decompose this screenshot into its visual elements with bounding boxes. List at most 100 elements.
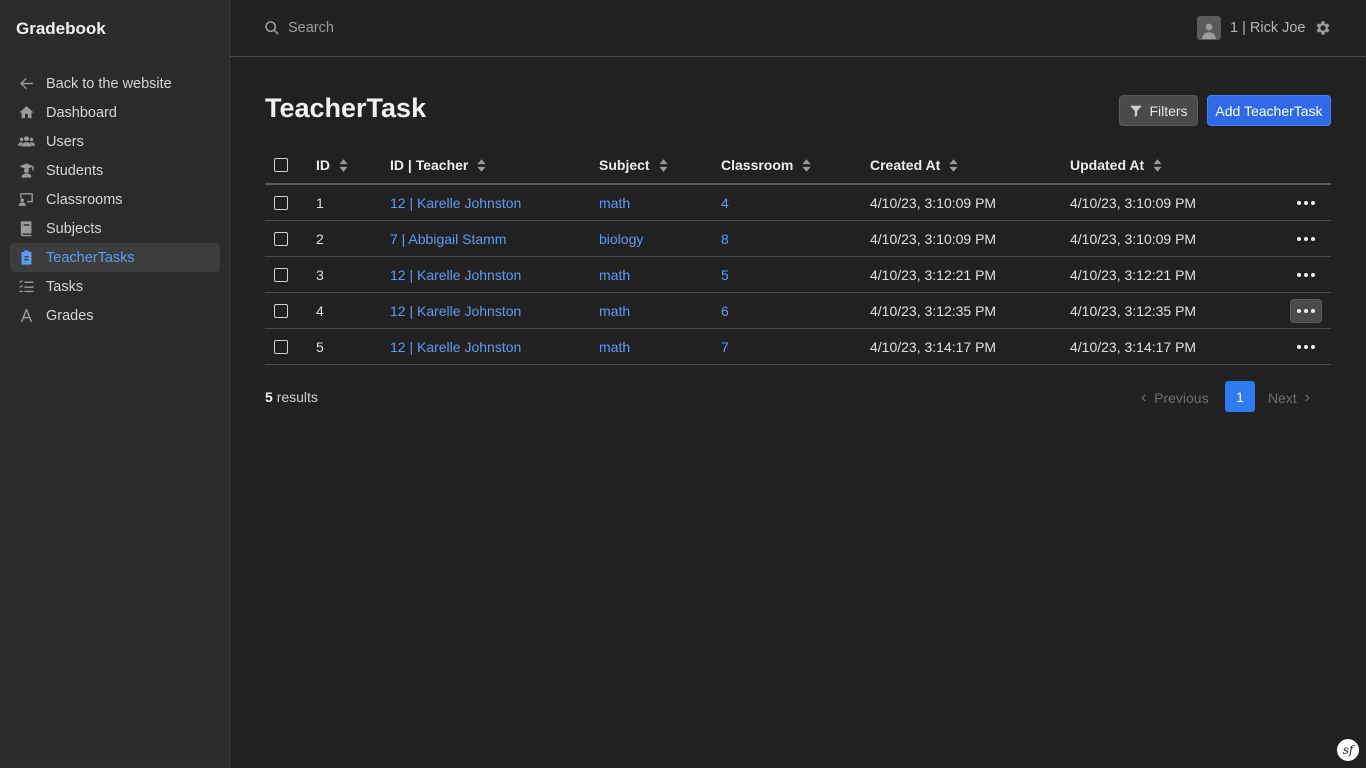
sort-icon <box>1153 158 1162 172</box>
filters-label: Filters <box>1149 102 1188 119</box>
row-checkbox[interactable] <box>274 196 288 210</box>
symfony-toolbar-icon[interactable]: sf <box>1337 739 1359 761</box>
table-row: 3 12 | Karelle Johnston math 5 4/10/23, … <box>265 257 1331 293</box>
previous-label: Previous <box>1154 390 1209 406</box>
chevron-right-icon: › <box>1304 389 1310 406</box>
cell-subject-link[interactable]: math <box>599 267 630 283</box>
row-checkbox[interactable] <box>274 232 288 246</box>
column-label: Updated At <box>1070 157 1145 173</box>
cell-subject-link[interactable]: math <box>599 303 630 319</box>
row-checkbox[interactable] <box>274 268 288 282</box>
sidebar: Gradebook Back to the website Dashboard … <box>0 0 230 768</box>
sidebar-item-dashboard[interactable]: Dashboard <box>10 98 220 127</box>
sidebar-item-students[interactable]: Students <box>10 156 220 185</box>
brand-title[interactable]: Gradebook <box>16 19 106 39</box>
results-number: 5 <box>265 389 273 405</box>
sidebar-item-label: TeacherTasks <box>46 249 135 266</box>
add-teachertask-button[interactable]: Add TeacherTask <box>1207 95 1331 126</box>
column-header-teacher[interactable]: ID | Teacher <box>390 157 486 173</box>
cell-teacher-link[interactable]: 12 | Karelle Johnston <box>390 339 521 355</box>
avatar[interactable] <box>1197 16 1221 40</box>
row-actions-button[interactable] <box>1290 227 1322 251</box>
row-checkbox[interactable] <box>274 340 288 354</box>
sidebar-item-tasks[interactable]: Tasks <box>10 272 220 301</box>
sidebar-item-label: Users <box>46 133 84 150</box>
next-label: Next <box>1268 390 1297 406</box>
row-actions-button[interactable] <box>1290 335 1322 359</box>
table-header: ID ID | Teacher Subject Classroom Create… <box>265 145 1331 185</box>
column-header-created-at[interactable]: Created At <box>870 157 958 173</box>
table-row: 1 12 | Karelle Johnston math 4 4/10/23, … <box>265 185 1331 221</box>
cell-id: 5 <box>316 339 324 355</box>
cell-created-at: 4/10/23, 3:10:09 PM <box>870 231 997 247</box>
select-all-checkbox[interactable] <box>274 158 288 172</box>
cell-subject-link[interactable]: math <box>599 339 630 355</box>
sidebar-item-teachertasks[interactable]: TeacherTasks <box>10 243 220 272</box>
filter-icon <box>1130 105 1143 117</box>
pagination-page-current[interactable]: 1 <box>1225 381 1255 412</box>
table-row: 5 12 | Karelle Johnston math 7 4/10/23, … <box>265 329 1331 365</box>
column-header-updated-at[interactable]: Updated At <box>1070 157 1162 173</box>
sidebar-item-label: Back to the website <box>46 75 172 92</box>
column-header-subject[interactable]: Subject <box>599 157 668 173</box>
row-actions-button[interactable] <box>1290 263 1322 287</box>
cell-subject-link[interactable]: math <box>599 195 630 211</box>
row-actions-button[interactable] <box>1290 299 1322 323</box>
cell-updated-at: 4/10/23, 3:12:35 PM <box>1070 303 1197 319</box>
cell-teacher-link[interactable]: 7 | Abbigail Stamm <box>390 231 506 247</box>
sort-icon <box>477 158 486 172</box>
cell-updated-at: 4/10/23, 3:10:09 PM <box>1070 231 1197 247</box>
cell-classroom-link[interactable]: 4 <box>721 195 729 211</box>
column-label: Classroom <box>721 157 794 173</box>
chevron-left-icon: ‹ <box>1141 389 1147 406</box>
sort-icon <box>949 158 958 172</box>
cell-teacher-link[interactable]: 12 | Karelle Johnston <box>390 267 521 283</box>
sidebar-item-label: Grades <box>46 307 94 324</box>
sort-icon <box>802 158 811 172</box>
cell-classroom-link[interactable]: 8 <box>721 231 729 247</box>
tasks-list-icon <box>17 278 35 296</box>
sidebar-item-label: Subjects <box>46 220 102 237</box>
cell-updated-at: 4/10/23, 3:10:09 PM <box>1070 195 1197 211</box>
cell-classroom-link[interactable]: 6 <box>721 303 729 319</box>
sidebar-item-users[interactable]: Users <box>10 127 220 156</box>
sidebar-item-subjects[interactable]: Subjects <box>10 214 220 243</box>
pagination-previous[interactable]: ‹ Previous <box>1141 389 1209 407</box>
letter-a-icon <box>17 307 35 325</box>
cell-id: 1 <box>316 195 324 211</box>
book-icon <box>17 220 35 238</box>
cell-classroom-link[interactable]: 5 <box>721 267 729 283</box>
cell-created-at: 4/10/23, 3:12:35 PM <box>870 303 997 319</box>
pagination-next[interactable]: Next › <box>1268 389 1310 407</box>
results-label: results <box>276 389 318 405</box>
cell-created-at: 4/10/23, 3:10:09 PM <box>870 195 997 211</box>
search-icon <box>265 21 279 35</box>
sidebar-item-classrooms[interactable]: Classrooms <box>10 185 220 214</box>
search-input[interactable] <box>288 16 688 40</box>
sidebar-item-label: Students <box>46 162 104 179</box>
column-label: ID <box>316 157 330 173</box>
column-header-classroom[interactable]: Classroom <box>721 157 811 173</box>
column-label: Subject <box>599 157 650 173</box>
row-actions-button[interactable] <box>1290 191 1322 215</box>
cell-created-at: 4/10/23, 3:12:21 PM <box>870 267 997 283</box>
sidebar-item-label: Dashboard <box>46 104 117 121</box>
cell-subject-link[interactable]: biology <box>599 231 643 247</box>
gear-icon[interactable] <box>1314 19 1332 37</box>
filters-button[interactable]: Filters <box>1119 95 1198 126</box>
arrow-left-icon <box>17 75 35 93</box>
sidebar-item-grades[interactable]: Grades <box>10 301 220 330</box>
cell-classroom-link[interactable]: 7 <box>721 339 729 355</box>
cell-id: 2 <box>316 231 324 247</box>
user-name[interactable]: 1 | Rick Joe <box>1230 20 1306 36</box>
home-icon <box>17 104 35 122</box>
cell-teacher-link[interactable]: 12 | Karelle Johnston <box>390 303 521 319</box>
sidebar-nav: Back to the website Dashboard Users Stud… <box>10 69 220 330</box>
sidebar-item-back[interactable]: Back to the website <box>10 69 220 98</box>
row-checkbox[interactable] <box>274 304 288 318</box>
column-header-id[interactable]: ID <box>316 157 348 173</box>
cell-created-at: 4/10/23, 3:14:17 PM <box>870 339 997 355</box>
cell-teacher-link[interactable]: 12 | Karelle Johnston <box>390 195 521 211</box>
graduate-icon <box>17 162 35 180</box>
users-icon <box>17 133 35 151</box>
